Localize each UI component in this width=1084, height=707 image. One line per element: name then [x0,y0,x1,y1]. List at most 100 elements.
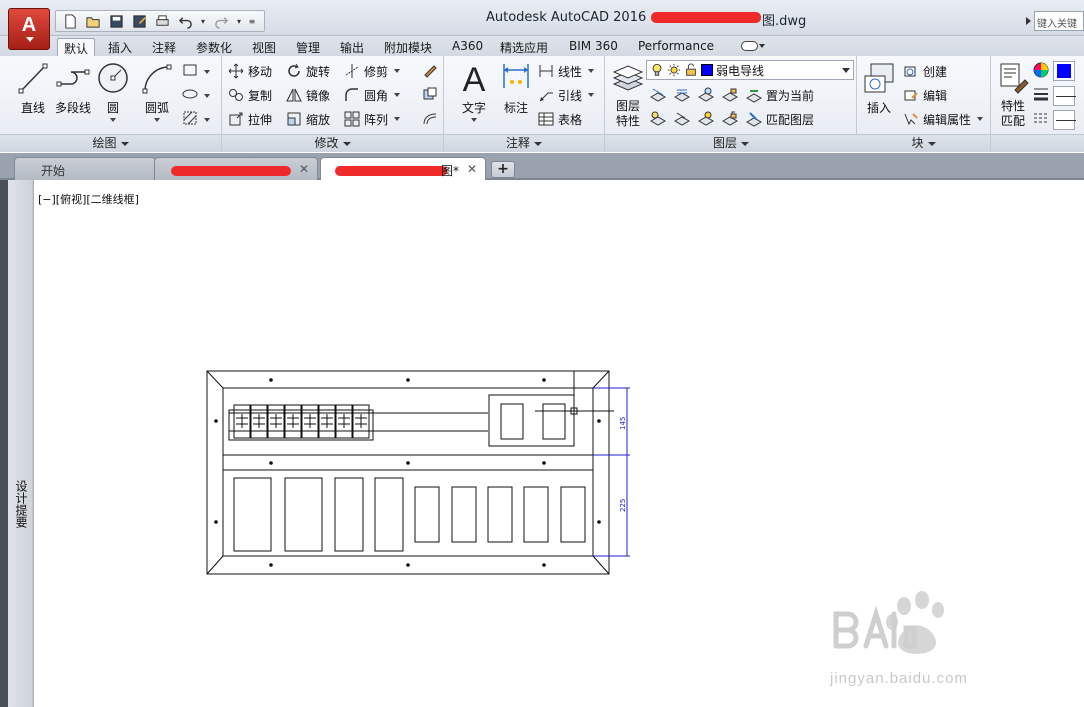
match-properties-button[interactable]: 特性 匹配 [993,60,1033,130]
array-dropdown-icon[interactable] [394,117,401,121]
hatch-button[interactable] [182,110,200,128]
properties-panel-title[interactable] [991,134,1084,152]
stretch-button[interactable]: 拉伸 [228,109,272,129]
open-file-button[interactable] [83,12,103,30]
layer-properties-button[interactable]: 图层 特性 [606,60,650,130]
redo-dropdown-icon[interactable]: ▾ [234,17,244,26]
edit-attributes-dropdown-icon[interactable] [977,117,984,121]
insert-block-button[interactable]: 插入 [857,60,901,130]
polyline-button[interactable]: 多段线 [51,60,95,130]
tab-view[interactable]: 视图 [246,38,282,56]
set-current-button[interactable]: 置为当前 [746,85,814,105]
rectangle-dropdown[interactable] [202,62,210,82]
layer-off-icon [649,88,667,102]
trim-button[interactable]: 修剪 [344,61,401,81]
ellipse-button[interactable] [182,86,200,104]
tab-addins[interactable]: 附加模块 [378,38,438,56]
linear-button[interactable]: 线性 [538,61,595,81]
annotation-panel-title[interactable]: 注释 [444,134,604,152]
rotate-button[interactable]: 旋转 [286,61,330,81]
scale-button[interactable]: 缩放 [286,109,330,129]
redo-button[interactable] [211,12,231,30]
mirror-button[interactable]: 镜像 [286,85,330,105]
layer-isolate-button[interactable] [673,86,692,104]
viewport-controls-label[interactable]: [−][俯视][二维线框] [38,191,139,207]
text-button[interactable]: A 文字 [452,60,496,130]
block-panel-title[interactable]: 块 [857,134,990,152]
tab-default[interactable]: 默认 [57,38,96,56]
edit-block-button[interactable]: 编辑 [903,85,947,105]
arc-button[interactable]: 圆弧 [135,60,179,130]
dimension-button[interactable]: 标注 [494,60,538,130]
linetype-dropdown[interactable] [1053,110,1076,130]
tab-document-1[interactable]: ✕ [154,157,318,180]
table-button[interactable]: 表格 [538,109,582,129]
object-color-dropdown[interactable] [1053,61,1075,81]
linetype-button[interactable] [1033,110,1051,128]
modify-panel-title[interactable]: 修改 [222,134,443,152]
tab-start[interactable]: 开始 [14,157,156,180]
arc-dropdown-icon[interactable] [154,118,160,122]
draw-panel-title[interactable]: 绘图 [0,134,221,152]
leader-dropdown-icon[interactable] [588,93,595,97]
search-input[interactable]: 键入关键 [1034,11,1084,31]
fillet-dropdown-icon[interactable] [394,93,401,97]
new-tab-button[interactable]: + [491,161,515,178]
fillet-button[interactable]: 圆角 [344,85,401,105]
hatch-dropdown[interactable] [202,110,210,130]
layer-lock-button[interactable] [721,86,740,104]
layer-thaw-button[interactable] [697,110,716,128]
tab-parametric[interactable]: 参数化 [190,38,238,56]
tab-bim360[interactable]: BIM 360 [563,38,624,56]
close-tab-icon[interactable]: ✕ [467,162,477,176]
side-palette[interactable]: 设计提要 [0,180,34,707]
application-menu-button[interactable]: A [8,8,50,50]
layer-unlock-button[interactable] [721,110,740,128]
insert-label: 插入 [866,101,891,115]
match-layer-button[interactable]: 匹配图层 [746,109,814,129]
rectangle-button[interactable] [182,62,200,80]
close-tab-icon[interactable]: ✕ [299,162,309,176]
search-expand-icon[interactable] [1022,11,1034,31]
lineweight-dropdown[interactable] [1053,86,1076,106]
tab-a360[interactable]: A360 [446,38,489,56]
offset-button[interactable] [422,110,440,128]
text-dropdown-icon[interactable] [471,118,477,122]
erase-button[interactable] [422,62,440,80]
tab-performance[interactable]: Performance [632,38,720,56]
customize-qat-icon[interactable]: ≡ [247,17,257,26]
linear-dropdown-icon[interactable] [588,69,595,73]
move-button[interactable]: 移动 [228,61,272,81]
tab-document-active[interactable]: 图* ✕ [320,157,486,180]
tab-manage[interactable]: 管理 [290,38,326,56]
explode-button[interactable] [422,86,440,104]
layer-dropdown[interactable]: 弱电导线 [646,60,854,80]
leader-button[interactable]: 引线 [538,85,595,105]
line-button[interactable]: 直线 [11,60,55,130]
undo-dropdown-icon[interactable]: ▾ [198,17,208,26]
circle-dropdown-icon[interactable] [110,118,116,122]
trim-dropdown-icon[interactable] [394,69,401,73]
layer-unisolate-button[interactable] [673,110,692,128]
save-as-button[interactable] [129,12,149,30]
save-button[interactable] [106,12,126,30]
ribbon-minimize-toggle[interactable] [741,40,767,52]
copy-button[interactable]: 复制 [228,85,272,105]
layer-off-button[interactable] [649,86,668,104]
ellipse-dropdown[interactable] [202,86,210,106]
undo-button[interactable] [175,12,195,30]
layer-on-button[interactable] [649,110,668,128]
tab-annotate[interactable]: 注释 [146,38,182,56]
tab-output[interactable]: 输出 [334,38,370,56]
layer-freeze-button[interactable] [697,86,716,104]
plot-button[interactable] [152,12,172,30]
new-file-button[interactable] [60,12,80,30]
circle-button[interactable]: 圆 [91,60,135,130]
edit-attributes-button[interactable]: 编辑属性 [903,109,984,129]
create-block-button[interactable]: 创建 [903,61,947,81]
tab-featured-apps[interactable]: 精选应用 [494,38,554,56]
color-wheel-button[interactable] [1033,62,1051,80]
lineweight-button[interactable] [1033,86,1051,104]
tab-insert[interactable]: 插入 [102,38,138,56]
array-button[interactable]: 阵列 [344,109,401,129]
